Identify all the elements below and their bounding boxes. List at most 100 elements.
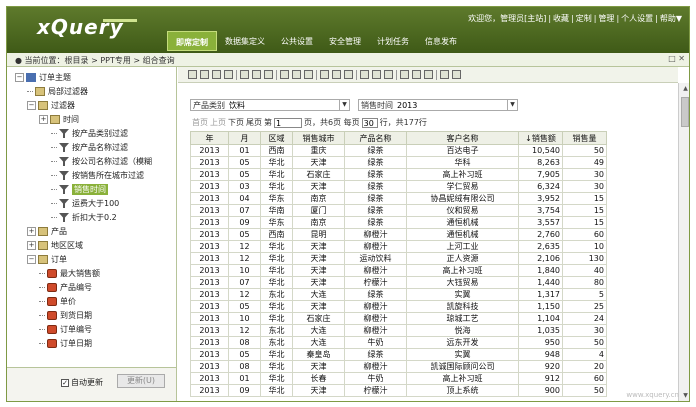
tree-item[interactable]: 运费大于100 [51, 197, 119, 210]
table-row[interactable]: 2013 05 西南 昆明 柳橙汁 通恒机械 2,760 60 [190, 228, 607, 241]
tree-item[interactable]: 销售时间 [51, 183, 108, 196]
table-row[interactable]: 2013 12 华北 天津 运动饮料 正人资源 2,106 130 [190, 252, 607, 265]
toolbar-chart-icon[interactable] [240, 70, 249, 79]
tree-item[interactable]: 产品编号 [39, 281, 92, 294]
table-row[interactable]: 2013 01 西南 重庆 绿茶 百达电子 10,540 50 [190, 144, 607, 157]
expand-icon[interactable]: + [39, 115, 48, 124]
column-header[interactable]: 客户名称 [406, 131, 519, 145]
top-link[interactable]: 收藏 [553, 14, 569, 23]
tree-item[interactable]: 到货日期 [39, 309, 92, 322]
tree-item[interactable]: 按产品名称过滤 [51, 141, 128, 154]
top-link[interactable]: 欢迎您，管理员[主站] [468, 14, 546, 23]
table-row[interactable]: 2013 08 东北 大连 牛奶 远东开发 950 50 [190, 336, 607, 349]
toolbar-text-icon[interactable] [372, 70, 381, 79]
table-row[interactable]: 2013 07 华北 天津 柠檬汁 大钰贸易 1,440 80 [190, 276, 607, 289]
column-header[interactable]: 年 [190, 131, 229, 145]
table-row[interactable]: 2013 01 华北 长春 牛奶 高上补习班 912 60 [190, 372, 607, 385]
table-row[interactable]: 2013 03 华北 天津 绿茶 学仁贸易 6,324 30 [190, 180, 607, 193]
tree-item[interactable]: 订单编号 [39, 323, 92, 336]
toolbar-crosstab-icon[interactable] [264, 70, 273, 79]
table-row[interactable]: 2013 05 华北 秦皇岛 绿茶 实翼 948 4 [190, 348, 607, 361]
table-row[interactable]: 2013 07 华南 厦门 绿茶 仪和贸易 3,754 15 [190, 204, 607, 217]
tree-item[interactable]: + 地区区域 [27, 239, 83, 252]
tree-item[interactable]: + 时间 [39, 113, 79, 126]
window-controls-icon[interactable]: □ ✕ [668, 54, 685, 63]
category-filter-select[interactable]: 产品类别 饮料 ▼ [190, 99, 350, 111]
column-header[interactable]: 产品名称 [344, 131, 407, 145]
rows-per-page-input[interactable]: 30 [361, 117, 378, 128]
tree-item[interactable]: 按产品类别过滤 [51, 127, 128, 140]
tree-item[interactable]: − 过滤器 [27, 99, 75, 112]
table-row[interactable]: 2013 10 华北 石家庄 柳橙汁 琼城工艺 1,104 24 [190, 312, 607, 325]
category-filter-value[interactable]: 饮料 [227, 100, 339, 111]
toolbar-filter-icon[interactable] [280, 70, 289, 79]
chevron-down-icon[interactable]: ▼ [507, 100, 517, 110]
auto-update-toggle[interactable]: ✓ 自动更新 [61, 377, 103, 388]
nav-tab[interactable]: 数据集定义 [217, 31, 273, 51]
column-header[interactable]: ↓销售额 [518, 131, 563, 145]
collapse-icon[interactable]: − [27, 101, 36, 110]
toolbar-delete-icon[interactable] [412, 70, 421, 79]
tree-item[interactable]: 局部过滤器 [27, 85, 88, 98]
scroll-up-icon[interactable]: ▲ [681, 85, 689, 94]
toolbar-export-icon[interactable] [320, 70, 329, 79]
toolbar-table-icon[interactable] [252, 70, 261, 79]
toolbar-layout-icon[interactable] [400, 70, 409, 79]
toolbar-save-as-icon[interactable] [212, 70, 221, 79]
toolbar-help-icon[interactable] [292, 70, 301, 79]
expand-icon[interactable]: + [27, 241, 36, 250]
collapse-icon[interactable]: − [15, 73, 24, 82]
time-filter-value[interactable]: 2013 [395, 101, 507, 110]
tree-item[interactable]: − 订单主题 [15, 71, 71, 84]
column-header[interactable]: 区域 [260, 131, 293, 145]
time-filter-select[interactable]: 销售时间 2013 ▼ [358, 99, 518, 111]
update-button[interactable]: 更新(U) [117, 374, 165, 388]
toolbar-close-icon[interactable] [452, 70, 461, 79]
first-page-link[interactable]: 首页 [192, 117, 208, 128]
collapse-icon[interactable]: − [27, 255, 36, 264]
table-row[interactable]: 2013 12 华北 天津 柳橙汁 上河工业 2,635 10 [190, 240, 607, 253]
scrollbar-thumb[interactable] [681, 97, 689, 127]
tree-item[interactable]: − 订单 [27, 253, 67, 266]
top-link[interactable]: 管理 [598, 14, 614, 23]
column-header[interactable]: 销售城市 [292, 131, 345, 145]
table-row[interactable]: 2013 09 华北 天津 柠檬汁 顶上系统 900 50 [190, 384, 607, 397]
top-link[interactable]: 定制 [576, 14, 592, 23]
scroll-down-icon[interactable]: ▼ [681, 392, 689, 401]
page-number-input[interactable]: 1 [274, 117, 302, 128]
toolbar-refresh-icon[interactable] [344, 70, 353, 79]
table-row[interactable]: 2013 05 华北 天津 绿茶 华科 8,263 49 [190, 156, 607, 169]
table-row[interactable]: 2013 10 华北 天津 柳橙汁 高上补习班 1,840 40 [190, 264, 607, 277]
table-row[interactable]: 2013 12 东北 大连 柳橙汁 悦海 1,035 30 [190, 324, 607, 337]
tree-item[interactable]: 按公司名称过滤（模糊 [51, 155, 152, 168]
tree-item[interactable]: 最大销售额 [39, 267, 100, 280]
toolbar-save-icon[interactable] [200, 70, 209, 79]
toolbar-new-icon[interactable] [188, 70, 197, 79]
top-link[interactable]: 个人设置 [621, 14, 653, 23]
toolbar-print-icon[interactable] [332, 70, 341, 79]
nav-tab[interactable]: 公共设置 [273, 31, 321, 51]
top-link[interactable]: 帮助▼ [660, 14, 682, 23]
vertical-scrollbar[interactable]: ▲ ▼ [678, 83, 689, 401]
table-row[interactable]: 2013 12 东北 大连 绿茶 实翼 1,317 5 [190, 288, 607, 301]
chevron-down-icon[interactable]: ▼ [339, 100, 349, 110]
last-page-link[interactable]: 尾页 [246, 117, 262, 128]
toolbar-zoom-icon[interactable] [440, 70, 449, 79]
toolbar-image-icon[interactable] [424, 70, 433, 79]
toolbar-sort-icon[interactable] [304, 70, 313, 79]
toolbar-grid-icon[interactable] [384, 70, 393, 79]
tree-item[interactable]: 单价 [39, 295, 76, 308]
tree-item[interactable]: 订单日期 [39, 337, 92, 350]
table-row[interactable]: 2013 04 华东 南京 绿茶 协昌妮绒有限公司 3,952 15 [190, 192, 607, 205]
nav-tab[interactable]: 信息发布 [417, 31, 465, 51]
column-header[interactable]: 销售量 [562, 131, 607, 145]
toolbar-favorite-icon[interactable] [224, 70, 233, 79]
table-row[interactable]: 2013 09 华东 南京 绿茶 通恒机械 3,557 15 [190, 216, 607, 229]
expand-icon[interactable]: + [27, 227, 36, 236]
nav-tab[interactable]: 计划任务 [369, 31, 417, 51]
tree-item[interactable]: + 产品 [27, 225, 67, 238]
toolbar-format-icon[interactable] [360, 70, 369, 79]
column-header[interactable]: 月 [228, 131, 261, 145]
tree-item[interactable]: 折扣大于0.2 [51, 211, 117, 224]
table-row[interactable]: 2013 05 华北 石家庄 绿茶 高上补习班 7,905 30 [190, 168, 607, 181]
